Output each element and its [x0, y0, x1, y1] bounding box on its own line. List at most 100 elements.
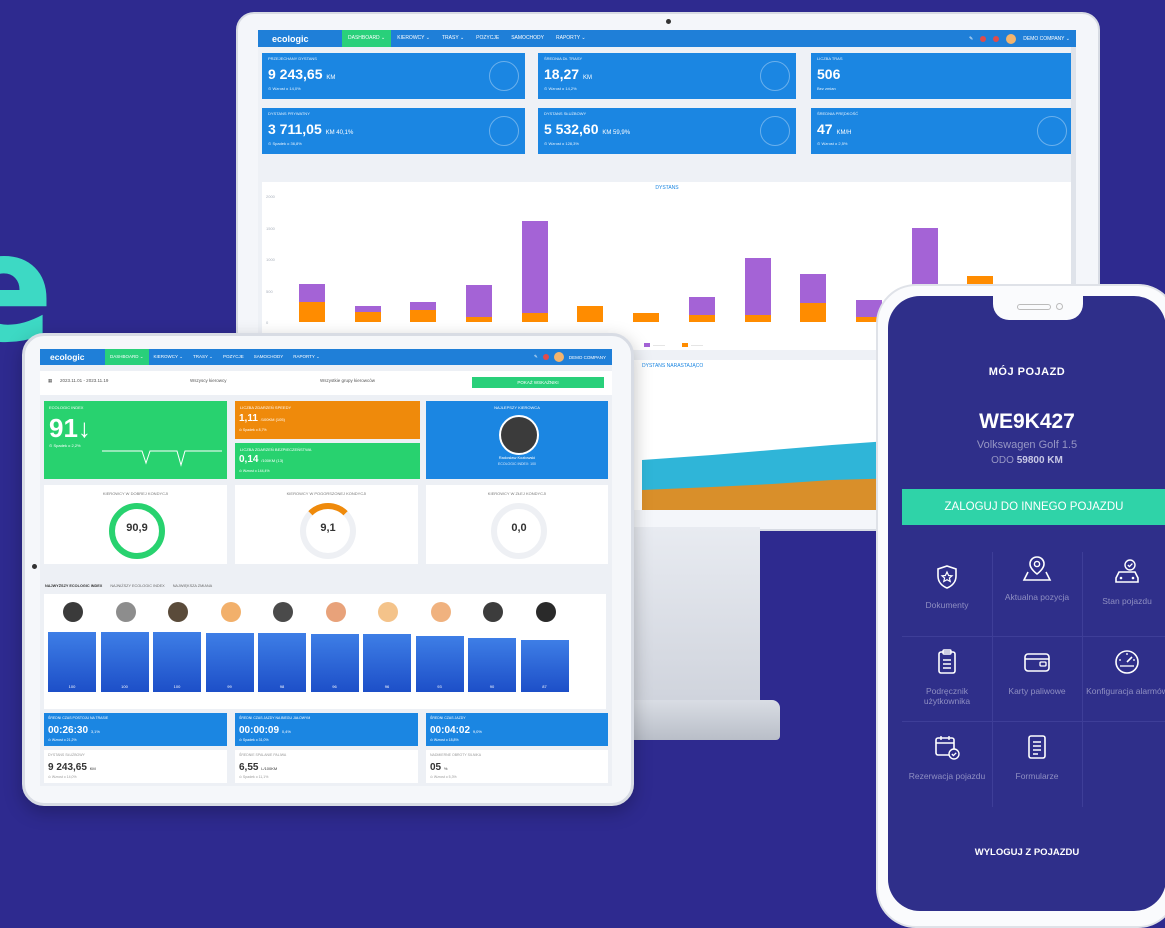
tile-label: Konfiguracja alarmów [1086, 686, 1165, 696]
group-select[interactable]: Wszystkie grupy kierowców [320, 378, 375, 383]
driver-select[interactable]: Wszyscy kierowcy [190, 378, 227, 383]
nav-dashboard[interactable]: DASHBOARD ⌄ [342, 30, 392, 47]
driver-score-label: 100 [173, 684, 181, 689]
bar-business[interactable] [744, 315, 771, 322]
tab-lowest[interactable]: NAJNIŻSZY ECOLOGIC INDEX [110, 584, 164, 588]
avatar[interactable] [1006, 33, 1017, 44]
company-menu[interactable]: DEMO COMPANY [569, 355, 606, 360]
show-indicators-button[interactable]: POKAŻ WSKAŹNIKI [472, 377, 604, 388]
bar-private[interactable] [800, 274, 827, 304]
app-logo[interactable]: ecologic [258, 34, 342, 44]
driver-avatar[interactable] [378, 602, 398, 622]
nav-dashboard[interactable]: DASHBOARD ⌄ [105, 349, 149, 365]
driver-avatar[interactable] [535, 602, 556, 622]
nav-reports[interactable]: RAPORTY ⌄ [288, 349, 325, 365]
chart-title: DYSTANS [655, 185, 679, 191]
bar-private[interactable] [466, 285, 492, 317]
bar-business[interactable] [298, 301, 325, 322]
bar-business[interactable] [633, 313, 660, 322]
tile-documents[interactable]: Dokumenty [902, 564, 992, 610]
nav-positions[interactable]: POZYCJE [470, 30, 505, 47]
driver-avatar[interactable] [168, 602, 188, 622]
app-logo[interactable]: ecologic [40, 352, 105, 362]
tile-alarm-config[interactable]: Konfiguracja alarmów [1082, 648, 1165, 696]
nav-cars[interactable]: SAMOCHODY [505, 30, 550, 47]
avatar[interactable] [553, 352, 564, 362]
stat-mini: ŚREDNI CZAS POSTOJU NA TRASIE 00:26:30 3… [44, 713, 227, 746]
tab-biggest-change[interactable]: NAJWIĘKSZA ZMIANA [173, 584, 212, 588]
driver-avatar[interactable] [325, 602, 346, 622]
driver-score-bar[interactable]: 93 [415, 636, 464, 692]
tablet-navbar: ecologic DASHBOARD ⌄ KIEROWCY ⌄ TRASY ⌄ … [40, 349, 612, 365]
bar-business[interactable] [410, 310, 437, 322]
driver-score-bar[interactable]: 100 [153, 632, 201, 692]
bar-private[interactable] [298, 284, 325, 302]
best-driver-score: ECOLOGIC INDEX: 100 [498, 462, 536, 466]
stat-card: DYSTANS PRYWATNY 3 711,05 KM 40,1% ⊙ Spa… [262, 108, 525, 154]
driver-score-bar[interactable]: 98 [258, 633, 306, 692]
bar-business[interactable] [577, 305, 604, 322]
stat-mini: ŚREDNI CZAS JAZDY 00:04:02 9,0% ⊙ Wzrost… [426, 713, 608, 746]
vehicle-plate: WE9K427 [979, 410, 1075, 433]
driver-score-label: 93 [437, 683, 442, 689]
driver-avatar[interactable] [273, 602, 293, 622]
nav-cars[interactable]: SAMOCHODY [249, 349, 289, 365]
bar-private[interactable] [354, 305, 381, 312]
nav-reports[interactable]: RAPORTY ⌄ [550, 30, 592, 47]
nav-drivers[interactable]: KIEROWCY ⌄ [149, 349, 188, 365]
tile-vehicle-status[interactable]: Stan pojazdu [1082, 558, 1165, 606]
legend-business: ——— [682, 342, 703, 347]
tile-manual[interactable]: Podręcznik użytkownika [902, 648, 992, 706]
bar-business[interactable] [354, 311, 381, 322]
ranking-tabs: NAJWYŻSZY ECOLOGIC INDEX NAJNIŻSZY ECOLO… [40, 581, 612, 591]
driver-avatar[interactable] [115, 602, 136, 622]
driver-avatar[interactable] [430, 602, 451, 622]
good-condition-card: KIEROWCY W DOBREJ KONDYCJI 90,9 [44, 485, 227, 564]
stat-mini: ŚREDNI CZAS JAZDY NA BIEGU JAŁOWYM 00:00… [235, 713, 418, 746]
driver-score-bar[interactable]: 96 [363, 634, 411, 692]
date-range[interactable]: 2023.11.01 - 2023.11.19 [60, 378, 108, 383]
nav-positions[interactable]: POZYCJE [218, 349, 249, 365]
mini-change: ⊙ Spadek o 31,0% [239, 738, 269, 742]
notification-icon[interactable] [980, 35, 987, 42]
tile-fuel-cards[interactable]: Karty paliwowe [992, 648, 1082, 696]
alert-icon[interactable] [993, 35, 1000, 42]
driver-avatar[interactable] [63, 602, 83, 622]
bar-business[interactable] [688, 315, 715, 322]
y-tick-label: 0 [266, 320, 269, 325]
bar-business[interactable] [800, 303, 827, 322]
driver-avatar[interactable] [483, 602, 503, 622]
tile-position[interactable]: Aktualna pozycja [992, 554, 1082, 602]
filter-bar: ▦ 2023.11.01 - 2023.11.19 Wszyscy kierow… [40, 371, 612, 395]
chevron-up-icon [489, 61, 519, 91]
bar-private[interactable] [521, 221, 548, 313]
calendar-icon[interactable]: ▦ [48, 378, 52, 384]
bar-business[interactable] [466, 316, 492, 322]
stat-label: DYSTANS SŁUŻBOWY [544, 111, 587, 116]
driver-avatar[interactable] [220, 602, 241, 622]
switch-vehicle-button[interactable]: ZALOGUJ DO INNEGO POJAZDU [902, 489, 1165, 525]
driver-score-bar[interactable]: 96 [310, 634, 359, 692]
tile-forms[interactable]: Formularze [992, 733, 1082, 781]
edit-icon[interactable]: ✎ [534, 354, 538, 360]
nav-routes[interactable]: TRASY ⌄ [188, 349, 218, 365]
tile-booking[interactable]: Rezerwacja pojazdu [902, 733, 992, 781]
bar-business[interactable] [521, 312, 548, 322]
driver-score-bar[interactable]: 99 [205, 632, 254, 692]
logout-button[interactable]: WYLOGUJ Z POJAZDU [888, 847, 1165, 858]
edit-icon[interactable]: ✎ [969, 36, 973, 42]
driver-score-bar[interactable]: 100 [48, 632, 96, 692]
nav-routes[interactable]: TRASY ⌄ [436, 30, 470, 47]
company-menu[interactable]: DEMO COMPANY ⌄ [1023, 36, 1070, 42]
bar-private[interactable] [688, 297, 715, 316]
bar-private[interactable] [744, 258, 771, 316]
chevron-up-icon [760, 61, 790, 91]
bar-private[interactable] [410, 302, 437, 311]
stat-value: 9 243,65 KM [268, 66, 336, 82]
tab-highest[interactable]: NAJWYŻSZY ECOLOGIC INDEX [45, 584, 102, 588]
driver-score-bar[interactable]: 90 [468, 638, 516, 692]
nav-drivers[interactable]: KIEROWCY ⌄ [391, 30, 436, 47]
driver-score-bar[interactable]: 100 [100, 632, 149, 692]
notification-icon[interactable] [542, 354, 549, 360]
driver-score-bar[interactable]: 87 [520, 639, 569, 692]
